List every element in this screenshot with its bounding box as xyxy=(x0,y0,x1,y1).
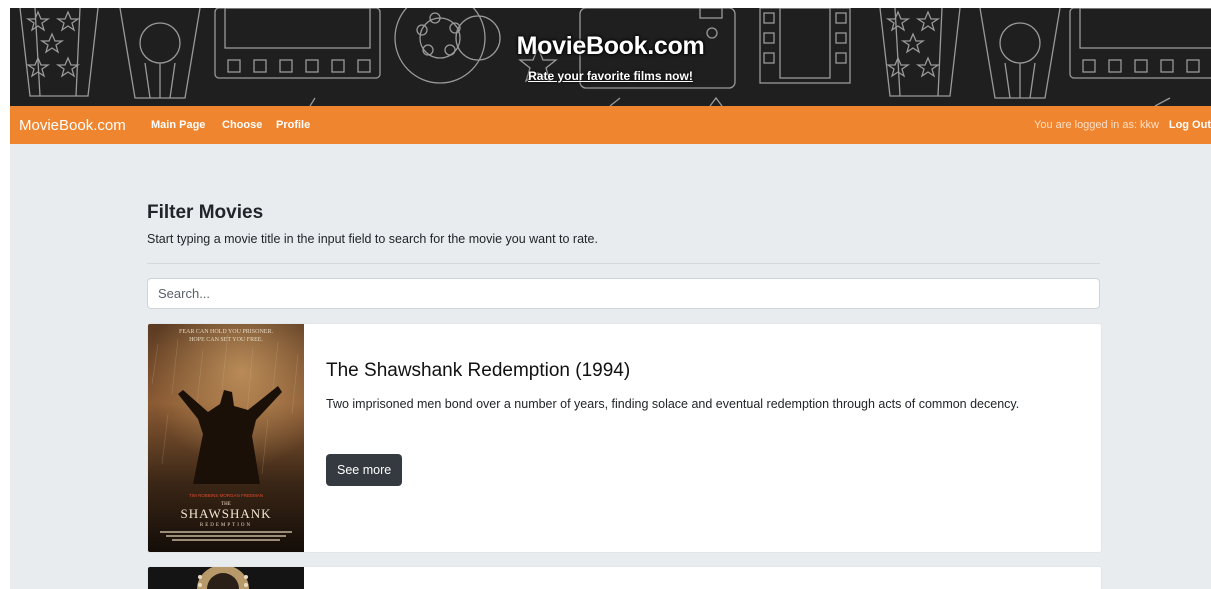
poster-tagline-2: HOPE CAN SET YOU FREE. xyxy=(189,337,263,343)
poster-stars: TIM ROBBINS MORGAN FREEMAN xyxy=(189,493,263,498)
section-divider xyxy=(147,263,1100,264)
poster-subtitle: REDEMPTION xyxy=(200,523,252,528)
login-status-text: You are logged in as: kkw xyxy=(1034,119,1159,131)
logout-link[interactable]: Log Out xyxy=(1169,119,1211,131)
nav-link-main-page[interactable]: Main Page xyxy=(151,119,205,131)
instructions-text: Start typing a movie title in the input … xyxy=(147,232,598,246)
movie-card: FEAR CAN HOLD YOU PRISONER. HOPE CAN SET… xyxy=(147,323,1102,553)
movie-description: Two imprisoned men bond over a number of… xyxy=(326,397,1020,411)
navbar-brand-link[interactable]: MovieBook.com xyxy=(19,117,126,134)
page-heading: Filter Movies xyxy=(147,202,264,223)
poster-tagline-1: FEAR CAN HOLD YOU PRISONER. xyxy=(179,329,273,335)
banner-subtitle: Rate your favorite films now! xyxy=(528,69,693,83)
movie-card xyxy=(147,566,1102,589)
page: MovieBook.com Rate your favorite films n… xyxy=(10,8,1211,589)
poster-title: SHAWSHANK xyxy=(180,506,271,521)
movie-poster-image xyxy=(148,567,304,589)
banner-title: MovieBook.com xyxy=(516,32,705,60)
hero-banner: MovieBook.com Rate your favorite films n… xyxy=(10,8,1211,106)
see-more-button[interactable]: See more xyxy=(326,454,403,486)
nav-link-choose[interactable]: Choose xyxy=(222,119,262,131)
top-navbar: MovieBook.com Main Page Choose Profile Y… xyxy=(10,106,1211,144)
nav-link-profile[interactable]: Profile xyxy=(276,119,310,131)
movie-title: The Shawshank Redemption (1994) xyxy=(326,360,631,381)
search-input[interactable] xyxy=(147,278,1100,309)
movie-poster-image: FEAR CAN HOLD YOU PRISONER. HOPE CAN SET… xyxy=(148,324,304,552)
